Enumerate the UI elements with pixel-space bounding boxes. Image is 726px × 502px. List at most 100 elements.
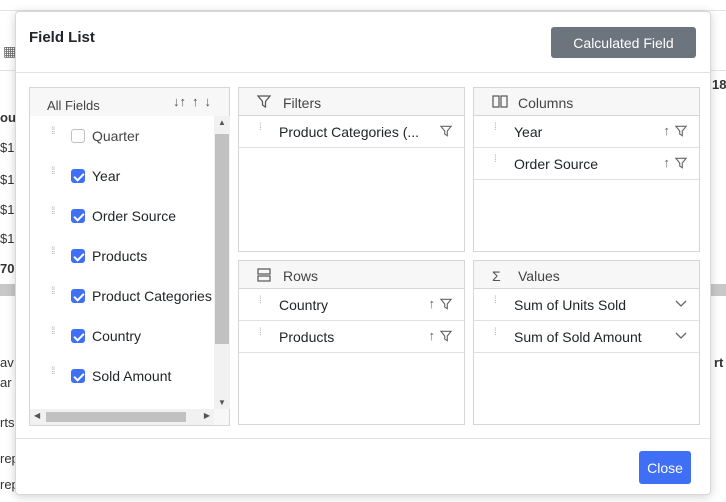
field-label: Sold Amount	[92, 368, 172, 384]
columns-panel[interactable]: Columns ⁞ Year ↑ ⁞ Order Source ↑	[473, 87, 700, 252]
field-item-product-categories[interactable]: ⁞⁞ Product Categories	[30, 277, 214, 317]
field-item-order-source[interactable]: ⁞⁞ Order Source	[30, 197, 214, 237]
drag-handle-icon[interactable]: ⁞	[259, 123, 262, 133]
field-label: Year	[92, 168, 121, 184]
all-fields-panel: All Fields ↓↑ ↑ ↓ ⁞⁞ Quarter ⁞⁞ Year ⁞⁞ …	[29, 87, 230, 426]
field-checkbox[interactable]	[71, 169, 85, 183]
all-fields-header: All Fields ↓↑ ↑ ↓	[30, 88, 229, 116]
drag-handle-icon[interactable]: ⁞	[494, 155, 497, 165]
rows-title: Rows	[283, 268, 319, 284]
rows-panel[interactable]: Rows ⁞ Country ↑ ⁞ Products ↑	[238, 260, 465, 425]
bg-text: 70	[0, 261, 15, 276]
sort-ascending-icon[interactable]: ↑	[192, 94, 199, 109]
field-checkbox[interactable]	[71, 249, 85, 263]
dialog-footer: Close	[16, 438, 710, 494]
bg-text: av	[0, 355, 14, 370]
drag-handle-icon[interactable]: ⁞⁞	[51, 127, 57, 142]
sort-ascending-icon[interactable]: ↑	[664, 123, 671, 138]
sort-controls: ↓↑ ↑ ↓	[173, 94, 211, 109]
values-title: Values	[518, 268, 560, 284]
field-item-quarter[interactable]: ⁞⁞ Quarter	[30, 117, 214, 157]
rows-icon	[257, 268, 271, 285]
scroll-right-icon[interactable]: ▶	[204, 411, 210, 420]
drag-handle-icon[interactable]: ⁞⁞	[51, 287, 57, 302]
values-header: Σ Values	[474, 261, 699, 289]
vertical-scrollbar[interactable]: ▲ ▼	[214, 116, 230, 409]
chevron-down-icon[interactable]	[675, 297, 687, 311]
drag-handle-icon[interactable]: ⁞	[259, 296, 262, 306]
all-fields-title: All Fields	[47, 98, 100, 113]
scroll-left-icon[interactable]: ◀	[34, 411, 40, 420]
pill-label: Products	[279, 329, 335, 345]
pill-label: Sum of Units Sold	[514, 297, 627, 313]
sort-default-icon[interactable]: ↓↑	[173, 94, 186, 109]
field-checkbox[interactable]	[71, 129, 85, 143]
drag-handle-icon[interactable]: ⁞⁞	[51, 207, 57, 222]
drag-handle-icon[interactable]: ⁞⁞	[51, 367, 57, 382]
filter-icon[interactable]	[439, 329, 453, 342]
columns-icon	[492, 95, 508, 111]
calculated-field-button[interactable]: Calculated Field	[551, 27, 696, 58]
bg-text: ou	[0, 110, 16, 125]
drag-handle-icon[interactable]: ⁞	[494, 328, 497, 338]
pill-label: Country	[279, 297, 329, 313]
sort-ascending-icon[interactable]: ↑	[429, 296, 436, 311]
row-item[interactable]: ⁞ Products ↑	[239, 321, 464, 353]
filters-title: Filters	[283, 95, 322, 111]
drag-handle-icon[interactable]: ⁞	[494, 296, 497, 306]
field-label: Country	[92, 328, 142, 344]
value-item[interactable]: ⁞ Sum of Units Sold	[474, 289, 699, 321]
scroll-thumb[interactable]	[46, 412, 186, 422]
bg-text: rt	[714, 355, 724, 370]
field-list: ⁞⁞ Quarter ⁞⁞ Year ⁞⁞ Order Source ⁞⁞ Pr…	[30, 116, 214, 409]
field-checkbox[interactable]	[71, 369, 85, 383]
sort-descending-icon[interactable]: ↓	[205, 94, 212, 109]
drag-handle-icon[interactable]: ⁞⁞	[51, 167, 57, 182]
field-checkbox[interactable]	[71, 289, 85, 303]
field-item-sold-amount[interactable]: ⁞⁞ Sold Amount	[30, 357, 214, 397]
values-panel[interactable]: Σ Values ⁞ Sum of Units Sold ⁞ Sum of So…	[473, 260, 700, 425]
filter-icon[interactable]	[674, 156, 688, 169]
row-item[interactable]: ⁞ Country ↑	[239, 289, 464, 321]
drag-handle-icon[interactable]: ⁞⁞	[51, 247, 57, 262]
pill-label: Sum of Sold Amount	[514, 329, 642, 345]
field-checkbox[interactable]	[71, 209, 85, 223]
field-checkbox[interactable]	[71, 329, 85, 343]
dialog-title: Field List	[29, 29, 95, 46]
pill-label: Order Source	[514, 156, 599, 172]
sort-ascending-icon[interactable]: ↑	[429, 328, 436, 343]
close-button[interactable]: Close	[639, 451, 691, 484]
drag-handle-icon[interactable]: ⁞	[494, 123, 497, 133]
chevron-down-icon[interactable]	[675, 329, 687, 343]
field-item-products[interactable]: ⁞⁞ Products	[30, 237, 214, 277]
filter-icon[interactable]	[674, 124, 688, 137]
columns-header: Columns	[474, 88, 699, 116]
bg-text: rts	[0, 415, 15, 430]
filter-icon	[256, 95, 272, 111]
scroll-up-icon[interactable]: ▲	[214, 118, 230, 127]
rows-header: Rows	[239, 261, 464, 289]
pill-label: Year	[514, 124, 543, 140]
scroll-down-icon[interactable]: ▼	[214, 398, 230, 407]
value-item[interactable]: ⁞ Sum of Sold Amount	[474, 321, 699, 353]
field-label: Products	[92, 248, 148, 264]
horizontal-scrollbar[interactable]: ◀ ▶	[30, 409, 214, 425]
filters-header: Filters	[239, 88, 464, 116]
field-item-country[interactable]: ⁞⁞ Country	[30, 317, 214, 357]
filter-icon[interactable]	[439, 124, 453, 137]
field-label: Quarter	[92, 128, 140, 144]
filter-icon[interactable]	[439, 297, 453, 310]
field-item-year[interactable]: ⁞⁞ Year	[30, 157, 214, 197]
column-item[interactable]: ⁞ Order Source ↑	[474, 148, 699, 180]
bg-text: 18	[712, 77, 726, 92]
filters-panel[interactable]: Filters ⁞ Product Categories (...	[238, 87, 465, 252]
columns-title: Columns	[518, 95, 574, 111]
drag-handle-icon[interactable]: ⁞	[259, 328, 262, 338]
field-label: Product Categories	[92, 288, 212, 304]
scroll-thumb[interactable]	[215, 134, 229, 344]
sort-ascending-icon[interactable]: ↑	[664, 155, 671, 170]
drag-handle-icon[interactable]: ⁞⁞	[51, 327, 57, 342]
column-item[interactable]: ⁞ Year ↑	[474, 116, 699, 148]
sigma-icon: Σ	[492, 268, 501, 284]
filter-item[interactable]: ⁞ Product Categories (...	[239, 116, 464, 148]
